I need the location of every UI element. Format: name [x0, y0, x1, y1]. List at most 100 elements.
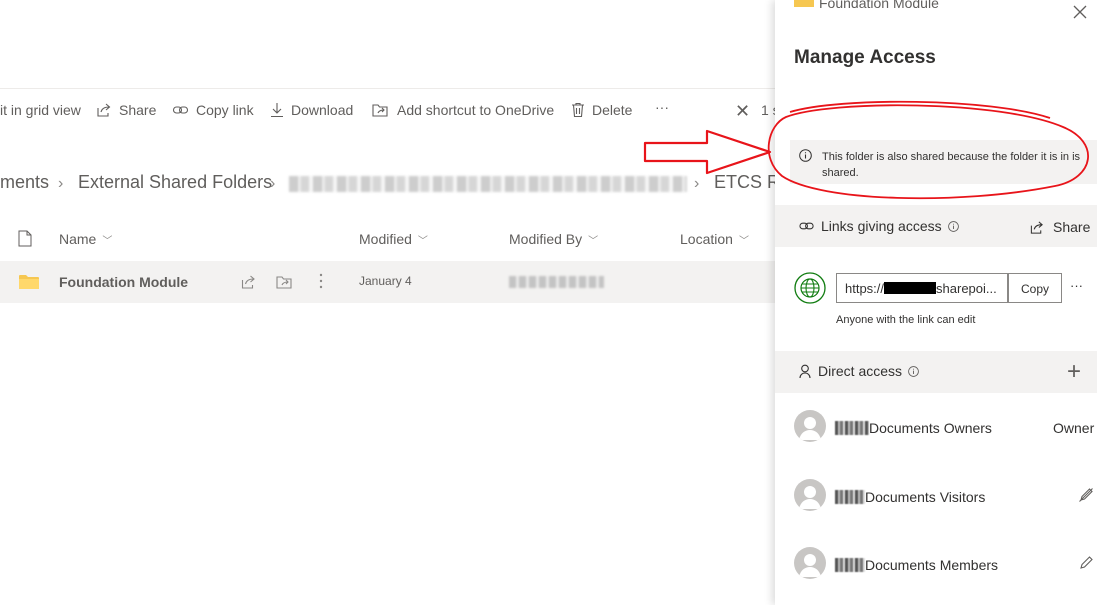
chevron-right-icon: ›: [694, 175, 700, 192]
column-header-location[interactable]: Location ﹀: [680, 231, 749, 247]
shortcut-icon[interactable]: [276, 274, 294, 290]
modified-by-redacted: [509, 276, 604, 288]
share-label: Share: [119, 102, 157, 118]
document-icon: [18, 230, 32, 247]
shortcut-icon: [372, 102, 397, 118]
annotation-arrow: [643, 129, 772, 175]
avatar: [794, 410, 826, 442]
sharing-link-suffix: sharepoi...: [936, 281, 997, 296]
person-icon: [799, 364, 812, 379]
column-header-location-label: Location: [680, 231, 733, 247]
manage-access-panel: Foundation Module Manage Access This fol…: [775, 0, 1097, 605]
link-permission-text: Anyone with the link can edit: [836, 314, 976, 326]
link-icon: [799, 220, 815, 232]
command-bar: it in grid view Share Copy link Download…: [0, 88, 780, 132]
chevron-down-icon: ﹀: [738, 235, 749, 247]
member-name-label: Documents Visitors: [865, 489, 986, 505]
trash-icon: [571, 102, 592, 118]
close-icon: ✕: [735, 101, 751, 121]
info-message-text: This folder is also shared because the f…: [822, 151, 1081, 179]
file-name[interactable]: Foundation Module: [59, 274, 188, 290]
close-panel-button[interactable]: [1073, 5, 1087, 19]
link-more-options-button[interactable]: ···: [1070, 278, 1083, 293]
download-button[interactable]: Download: [270, 102, 353, 118]
more-options-button[interactable]: ···: [655, 99, 669, 115]
download-icon: [270, 102, 291, 118]
list-item[interactable]: Documents Members: [794, 547, 1094, 583]
clear-selection-button[interactable]: ✕: [735, 101, 750, 122]
info-icon[interactable]: [908, 365, 919, 377]
info-message: This folder is also shared because the f…: [790, 140, 1097, 184]
view-only-pencil-icon[interactable]: [1078, 487, 1094, 503]
column-header-modified[interactable]: Modified ﹀: [359, 231, 428, 247]
delete-label: Delete: [592, 102, 633, 118]
member-name: Documents Owners: [835, 420, 992, 438]
share-icon[interactable]: [240, 274, 257, 290]
copy-link-label: Copy link: [196, 102, 254, 118]
link-icon: [172, 102, 196, 118]
avatar: [794, 479, 826, 511]
column-header-name[interactable]: Name ﹀: [59, 231, 112, 247]
copy-link-button[interactable]: Copy link: [172, 102, 254, 118]
share-button[interactable]: Share: [96, 102, 156, 118]
folder-icon: [794, 0, 814, 8]
folder-icon: [19, 274, 39, 290]
chevron-right-icon: ›: [270, 175, 276, 192]
list-item[interactable]: Documents Owners Owner: [794, 410, 1094, 446]
chevron-down-icon: ﹀: [588, 235, 599, 247]
share-icon: [1029, 220, 1045, 235]
edit-in-grid-view-button[interactable]: it in grid view: [0, 102, 81, 118]
more-icon: ···: [655, 99, 669, 115]
direct-access-header: Direct access: [799, 363, 919, 379]
globe-icon: [794, 272, 826, 304]
redaction-pixelate: [835, 558, 865, 572]
redaction-pixelate: [835, 421, 869, 435]
edit-pencil-icon[interactable]: [1078, 555, 1094, 571]
file-type-header[interactable]: [18, 230, 32, 247]
column-header-modified-by-label: Modified By: [509, 231, 583, 247]
member-name: Documents Visitors: [835, 489, 985, 507]
edit-in-grid-view-label: it in grid view: [0, 102, 81, 118]
links-giving-access-label: Links giving access: [821, 218, 942, 234]
add-shortcut-button[interactable]: Add shortcut to OneDrive: [372, 102, 554, 118]
member-name-label: Documents Members: [865, 557, 999, 573]
share-icon: [96, 102, 119, 118]
column-header-modified-label: Modified: [359, 231, 412, 247]
info-icon: [799, 149, 812, 162]
download-label: Download: [291, 102, 354, 118]
panel-item-name: Foundation Module: [819, 0, 939, 11]
info-icon[interactable]: [947, 220, 959, 232]
list-item[interactable]: Documents Visitors: [794, 479, 1094, 515]
copy-link-button[interactable]: Copy: [1008, 273, 1062, 303]
breadcrumb-item-external-shared-folders[interactable]: External Shared Folders: [78, 172, 272, 193]
member-role[interactable]: Owner: [1053, 420, 1094, 436]
links-giving-access-header: Links giving access: [799, 218, 959, 234]
more-vertical-icon[interactable]: [319, 273, 323, 289]
breadcrumb-item-documents[interactable]: ments: [0, 172, 49, 193]
chevron-down-icon: ﹀: [417, 235, 428, 247]
modified-date: January 4: [359, 274, 412, 288]
add-shortcut-label: Add shortcut to OneDrive: [397, 102, 555, 118]
close-icon: [1073, 5, 1087, 19]
member-name: Documents Members: [835, 557, 998, 575]
redaction-pixelate: [835, 490, 865, 504]
panel-title: Manage Access: [794, 47, 936, 68]
share-link-label: Share: [1053, 219, 1091, 235]
table-row[interactable]: Foundation Module January 4: [0, 261, 775, 303]
links-giving-access-section: Links giving access Share: [775, 205, 1097, 247]
redaction-bar: [884, 282, 937, 294]
chevron-down-icon: ﹀: [102, 235, 113, 247]
avatar: [794, 547, 826, 579]
column-header-name-label: Name: [59, 231, 97, 247]
sharing-link-prefix: https://: [845, 281, 885, 296]
column-header-modified-by[interactable]: Modified By ﹀: [509, 231, 598, 247]
add-people-button[interactable]: +: [1067, 360, 1081, 384]
share-link-button[interactable]: Share: [1029, 219, 1090, 235]
direct-access-section: Direct access +: [775, 351, 1097, 393]
delete-button[interactable]: Delete: [571, 102, 632, 118]
direct-access-label: Direct access: [818, 363, 903, 379]
chevron-right-icon: ›: [58, 175, 64, 192]
sharing-link-field[interactable]: https:// sharepoi...: [836, 273, 1008, 303]
breadcrumb-item-redacted[interactable]: [289, 176, 687, 192]
member-name-label: Documents Owners: [869, 420, 992, 436]
